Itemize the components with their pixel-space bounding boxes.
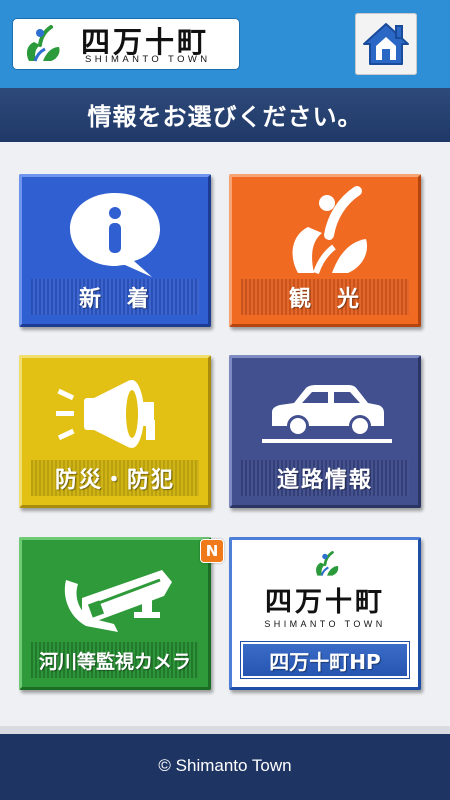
tile-river-camera[interactable]: 河川等監視カメラ xyxy=(19,537,211,690)
tile-homepage-label: 四万十町HP xyxy=(269,649,381,674)
tile-label-band: 新 着 xyxy=(31,279,199,315)
tile-disaster-prevention[interactable]: 防災・防犯 xyxy=(19,355,211,508)
tile-label-band: 防災・防犯 xyxy=(31,460,199,496)
tile-sightseeing-label: 観 光 xyxy=(288,287,361,312)
new-badge: N xyxy=(200,539,224,563)
town-emblem-icon xyxy=(316,551,339,576)
megaphone-icon xyxy=(56,380,155,448)
tile-sightseeing[interactable]: 観 光 xyxy=(229,174,421,327)
home-icon xyxy=(363,23,409,65)
town-logo-area: 四万十町 SHIMANTO TOWN xyxy=(232,540,418,642)
page-title: 情報をお選びください。 xyxy=(87,103,363,131)
divider xyxy=(0,726,450,734)
car-icon xyxy=(262,385,392,443)
tile-disaster-label: 防災・防犯 xyxy=(54,468,175,493)
tile-news[interactable]: 新 着 xyxy=(19,174,211,327)
hp-logo-japanese: 四万十町 xyxy=(265,587,385,618)
tile-road-information[interactable]: 道路情報 xyxy=(229,355,421,508)
title-bar: 情報をお選びください。 xyxy=(0,88,450,142)
top-bar: 四万十町 SHIMANTO TOWN xyxy=(0,0,450,88)
town-emblem-icon xyxy=(292,186,368,275)
hp-logo-english: SHIMANTO TOWN xyxy=(264,619,386,629)
copyright-text: © Shimanto Town xyxy=(158,756,292,775)
tile-label-band: 四万十町HP xyxy=(240,641,410,679)
tile-road-label: 道路情報 xyxy=(276,468,373,493)
tile-label-band: 河川等監視カメラ xyxy=(31,642,199,678)
surveillance-camera-icon xyxy=(64,570,172,632)
town-logo: 四万十町 SHIMANTO TOWN xyxy=(12,18,240,70)
tile-label-band: 道路情報 xyxy=(241,460,409,496)
logo-english-text: SHIMANTO TOWN xyxy=(85,54,211,65)
info-bubble-icon xyxy=(70,193,160,277)
footer: © Shimanto Town xyxy=(0,734,450,800)
tile-label-band: 観 光 xyxy=(241,279,409,315)
home-button[interactable] xyxy=(355,13,417,75)
tile-news-label: 新 着 xyxy=(78,287,151,312)
town-emblem-icon xyxy=(26,25,60,62)
tile-camera-label: 河川等監視カメラ xyxy=(38,650,191,673)
tile-town-homepage[interactable]: 四万十町 SHIMANTO TOWN 四万十町HP xyxy=(229,537,421,690)
